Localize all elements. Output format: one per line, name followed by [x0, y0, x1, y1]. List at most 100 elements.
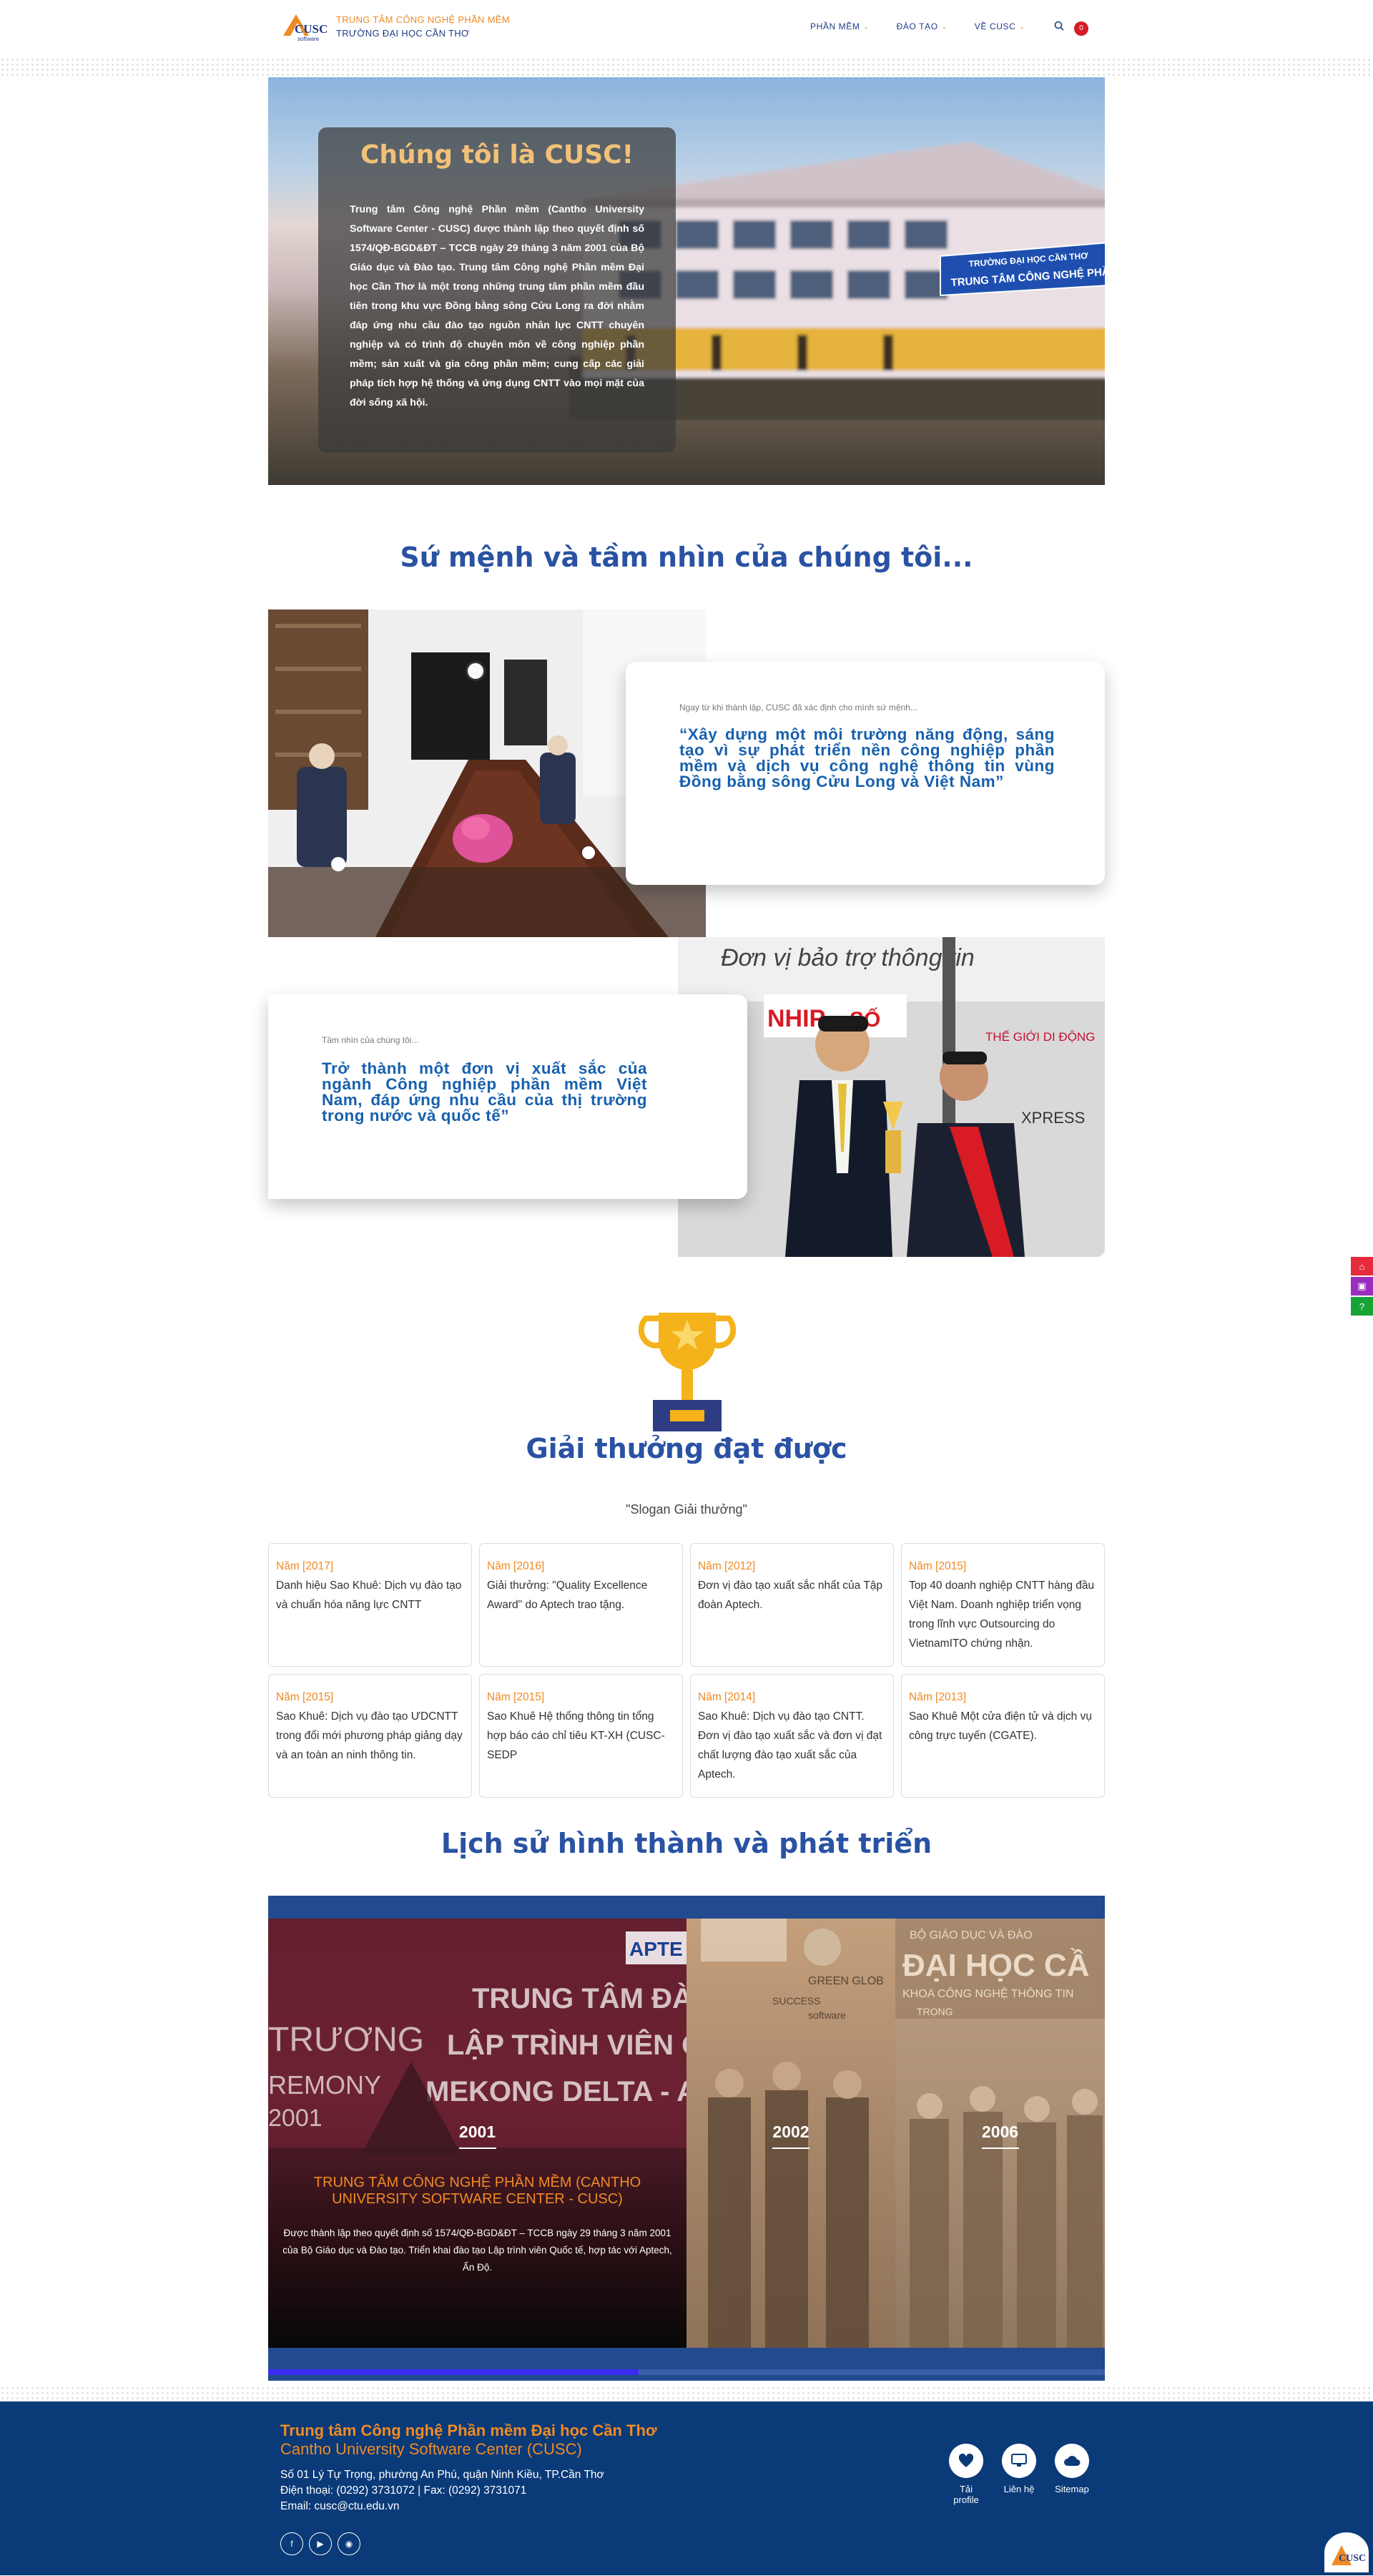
hero-title: Chúng tôi là CUSC! [360, 140, 634, 170]
backdrop-text-1: TRUNG TÂM ĐÀO [472, 1982, 686, 2014]
footer-email[interactable]: Email: cusc@ctu.edu.vn [280, 2499, 604, 2514]
sitemap-link[interactable]: Sitemap [1052, 2444, 1092, 2505]
link-label: Tải profile [953, 2484, 979, 2505]
timeline-divider [458, 2148, 496, 2149]
backdrop-aptech: APTE [629, 1938, 683, 1960]
award-year: Năm [2015] [276, 1691, 334, 1703]
cart-count-badge[interactable]: 0 [1074, 21, 1088, 36]
vision-intro: Tầm nhìn của chúng tôi... [322, 1035, 419, 1045]
timeline-headline: TRUNG TÂM CÔNG NGHỆ PHẦN MỀM (CANTHO UNI… [313, 2175, 641, 2207]
home-icon[interactable]: ⌂ [1351, 1257, 1373, 1275]
mission-statement: “Xây dựng một môi trường năng động, sáng… [679, 725, 1055, 790]
facebook-icon[interactable]: f [280, 2532, 303, 2555]
award-text: Top 40 doanh nghiệp CNTT hàng đầu Việt N… [909, 1580, 1095, 1650]
footer-phone: Điện thoại: (0292) 3731072 | Fax: (0292)… [280, 2484, 527, 2497]
backdrop-text-3: MEKONG DELTA - A [425, 2076, 686, 2107]
backdrop-text-4: TRƯƠNG [268, 2021, 424, 2059]
backdrop-text-2: LẬP TRÌNH VIÊN QU [447, 2028, 686, 2061]
award-year: Năm [2016] [487, 1560, 545, 1572]
timeline-divider [772, 2148, 809, 2149]
hero-description: Trung tâm Công nghệ Phần mềm (Cantho Uni… [350, 204, 644, 408]
nav-ve-cusc[interactable]: VỀ CUSC ⌄ [975, 21, 1025, 31]
logo-line-2: TRƯỜNG ĐẠI HỌC CẦN THƠ [336, 28, 470, 39]
award-card: Năm [2016] Giải thưởng: "Quality Excellen… [479, 1543, 683, 1667]
cusc-corner-logo[interactable]: CUSC [1324, 2532, 1369, 2572]
chevron-down-icon: ⌄ [1019, 22, 1025, 30]
logo-text[interactable]: TRUNG TÂM CÔNG NGHỆ PHẦN MỀM TRƯỜNG ĐẠI … [336, 13, 510, 40]
footer-title: Trung tâm Công nghệ Phần mềm Đại học Cần… [280, 2421, 657, 2439]
nav-dao-tao[interactable]: ĐÀO TẠO ⌄ [897, 21, 948, 31]
award-card: Năm [2014] Sao Khuê: Dịch vụ đào tạo CNTT… [690, 1674, 894, 1798]
heart-icon [949, 2444, 983, 2478]
youtube-icon[interactable]: ▶ [309, 2532, 332, 2555]
corner-logo-mark: CUSC [1339, 2553, 1366, 2564]
site-footer: Trung tâm Công nghệ Phần mềm Đại học Cần… [0, 2401, 1373, 2575]
download-profile-link[interactable]: Tải profile [946, 2444, 986, 2505]
help-icon[interactable]: ? [1351, 1297, 1373, 1316]
award-text: Sao Khuê: Dịch vụ đào tạo ƯDCNTT trong đ… [276, 1710, 463, 1761]
award-year: Năm [2014] [698, 1691, 756, 1703]
link-label: Sitemap [1055, 2484, 1089, 2494]
banner-logo-nhip: NHIP [767, 1005, 825, 1032]
timeline-divider [981, 2148, 1019, 2149]
history-section-title: Lịch sử hình thành và phát triển [441, 1828, 932, 1859]
mission-card: Ngay từ khi thành lập, CUSC đã xác định … [626, 662, 1105, 885]
nav-label: PHẦN MỀM [810, 21, 860, 31]
backdrop-dh: ĐẠI HỌC CẦ [902, 1947, 1090, 1983]
cusc-icon[interactable]: ◉ [338, 2532, 360, 2555]
mission-intro: Ngay từ khi thành lập, CUSC đã xác định … [679, 702, 917, 712]
search-icon[interactable] [1054, 21, 1064, 31]
footer-address: Số 01 Lý Tự Trọng, phường An Phú, quận N… [280, 2469, 604, 2481]
timeline-progress-bar[interactable] [268, 2369, 639, 2375]
awards-section-title: Giải thưởng đạt được [526, 1433, 847, 1464]
backdrop-success: SUCCESS [772, 1995, 821, 2007]
award-text: Sao Khuê Một cửa điện tử và dịch vụ công… [909, 1710, 1092, 1742]
award-card: Năm [2015] Sao Khuê: Dịch vụ đào tạo ƯDCN… [268, 1674, 472, 1798]
banner-logo-express: XPRESS [1021, 1109, 1085, 1127]
timeline-year: 2006 [981, 2122, 1019, 2141]
backdrop-green: GREEN GLOB [808, 1975, 884, 1987]
award-year: Năm [2015] [909, 1560, 967, 1572]
award-card: Năm [2015] Sao Khuê Hệ thống thông tin tổ… [479, 1674, 683, 1798]
floating-side-buttons: ⌂ ▣ ? [1351, 1257, 1373, 1317]
footer-quick-links: Tải profile Liên hệ Sitemap [946, 2444, 1092, 2505]
timeline-panel-2006[interactable]: BỘ GIÁO DỤC VÀ ĐÀO ĐẠI HỌC CẦ KHOA CÔNG … [895, 1919, 1105, 2348]
award-text: Đơn vị đào tạo xuất sắc nhất của Tập đoà… [698, 1580, 883, 1611]
award-year: Năm [2012] [698, 1560, 756, 1572]
history-timeline: APTE TRUNG TÂM ĐÀO LẬP TRÌNH VIÊN QU MEK… [268, 1896, 1105, 2381]
cusc-logo[interactable]: CUSC software [280, 11, 332, 43]
image-icon[interactable]: ▣ [1351, 1277, 1373, 1296]
banner-text: Đơn vị bảo trợ thông tin [721, 944, 975, 971]
backdrop-khoa: KHOA CÔNG NGHỆ THÔNG TIN [902, 1987, 1073, 2000]
timeline-panel-2001[interactable]: APTE TRUNG TÂM ĐÀO LẬP TRÌNH VIÊN QU MEK… [268, 1919, 686, 2348]
logo-line-1: TRUNG TÂM CÔNG NGHỆ PHẦN MỀM [336, 14, 510, 25]
timeline-year: 2001 [458, 2122, 496, 2141]
award-year: Năm [2015] [487, 1691, 545, 1703]
timeline-description: Được thành lập theo quyết định số 1574/Q… [282, 2228, 672, 2273]
contact-link[interactable]: Liên hệ [999, 2444, 1039, 2505]
chevron-down-icon: ⌄ [863, 22, 870, 30]
nav-phan-mem[interactable]: PHẦN MỀM ⌄ [810, 21, 870, 31]
timeline-panel-2002[interactable]: GREEN GLOB SUCCESS software 2002 [686, 1919, 895, 2348]
award-year: Năm [2013] [909, 1691, 967, 1703]
footer-contact: Số 01 Lý Tự Trọng, phường An Phú, quận N… [280, 2467, 604, 2514]
monitor-icon [1002, 2444, 1036, 2478]
hero-intro-card: Chúng tôi là CUSC! Trung tâm Công nghệ P… [318, 127, 676, 453]
logo-mark-sub: software [297, 36, 320, 42]
footer-subtitle: Cantho University Software Center (CUSC) [280, 2440, 582, 2458]
link-label: Liên hệ [1003, 2484, 1035, 2494]
chevron-down-icon: ⌄ [941, 22, 948, 30]
nav-label: VỀ CUSC [974, 21, 1016, 31]
award-card: Năm [2012] Đơn vị đào tạo xuất sắc nhất c… [690, 1543, 894, 1667]
awards-grid: Năm [2017] Danh hiệu Sao Khuê: Dịch vụ đà… [268, 1543, 1105, 1798]
award-card: Năm [2015] Top 40 doanh nghiệp CNTT hàng … [901, 1543, 1105, 1667]
hero-banner: TRƯỜNG ĐẠI HỌC CẦN THƠ TRUNG TÂM CÔNG NG… [268, 77, 1105, 485]
award-text: Sao Khuê Hệ thống thông tin tổng hợp báo… [487, 1710, 665, 1761]
award-card: Năm [2013] Sao Khuê Một cửa điện tử và dị… [901, 1674, 1105, 1798]
awards-slogan: "Slogan Giải thưởng" [626, 1502, 747, 1517]
dotted-divider [0, 57, 1373, 77]
social-links: f ▶ ◉ [280, 2532, 360, 2555]
backdrop-bo: BỘ GIÁO DỤC VÀ ĐÀO [910, 1928, 1033, 1941]
mission-section-title: Sứ mệnh và tầm nhìn của chúng tôi... [400, 542, 973, 573]
award-text: Sao Khuê: Dịch vụ đào tạo CNTT. Đơn vị đ… [698, 1710, 882, 1781]
